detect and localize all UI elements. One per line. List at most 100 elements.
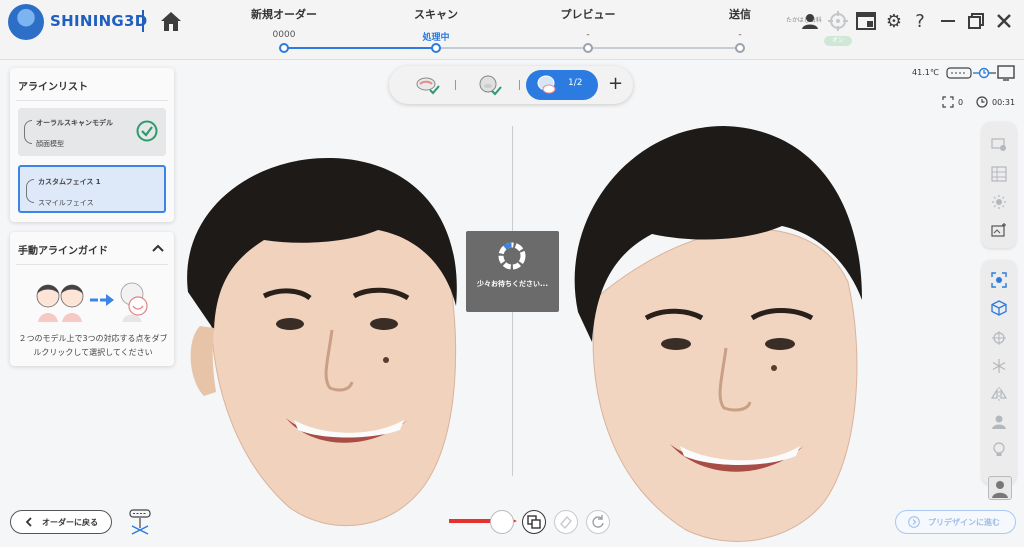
loading-spinner-icon <box>498 242 526 270</box>
next-button-label: プリデザインに進む <box>928 518 1000 527</box>
back-button-label: オーダーに戻る <box>42 518 98 527</box>
align-item-line2: 顔面模型 <box>36 140 64 148</box>
step-dot <box>279 43 289 53</box>
link-curve-icon <box>24 120 32 144</box>
oral-scan-model-icon[interactable] <box>413 73 443 97</box>
custom-face-icon <box>537 75 556 94</box>
avatar[interactable] <box>988 476 1012 500</box>
align-item-line1: オーラルスキャンモデル <box>36 119 113 127</box>
face-model-icon[interactable] <box>475 73 505 97</box>
step-dot <box>431 43 441 53</box>
reset-button[interactable] <box>586 510 610 534</box>
brand-name: SHINING3D <box>50 12 148 30</box>
cube-model-icon[interactable] <box>991 300 1007 316</box>
step-value: - <box>586 30 590 40</box>
model-selector-toolbar: 1/2 + <box>389 66 633 104</box>
align-list-title: アラインリスト <box>18 82 88 93</box>
top-header: SHINING3D 新規オーダー 0000 スキャン 処理中 プレビュー - 送… <box>0 0 1024 60</box>
divider <box>16 100 168 101</box>
guide-instructions: ２つのモデル上で3つの対応する点をダブルクリックして選択してください <box>18 334 168 357</box>
eraser-icon <box>560 515 572 530</box>
manual-align-guide-panel: 手動アラインガイド ２つのモデル上で3つの対応する点をダブルクリックして選択して… <box>10 232 174 366</box>
align-item-custom-face[interactable]: カスタムフェイス 1 スマイルフェイス <box>18 165 166 213</box>
custom-face-model-button[interactable]: 1/2 <box>526 70 598 100</box>
add-model-icon[interactable]: + <box>608 74 623 94</box>
shining3d-logo-icon <box>8 4 44 40</box>
logo-divider <box>142 10 144 32</box>
frame-icon <box>942 96 954 108</box>
separator <box>519 80 520 90</box>
temperature-readout: 41.1℃ <box>912 68 939 77</box>
model-tools-group <box>982 260 1016 484</box>
frame-counter: 0 <box>942 96 963 108</box>
window-settings-icon[interactable] <box>854 9 878 33</box>
align-item-line2: スマイルフェイス <box>38 199 94 207</box>
link-curve-icon <box>26 179 34 203</box>
step-send[interactable]: 送信 - <box>680 6 800 40</box>
step-value: 0000 <box>272 30 296 40</box>
model-page-indicator: 1/2 <box>568 78 583 88</box>
scanner-connection-icon <box>946 65 1015 81</box>
grid-view-icon[interactable] <box>991 166 1007 182</box>
face-scan-icon[interactable] <box>991 272 1007 288</box>
proceed-to-predesign-button[interactable]: プリデザインに進む <box>895 510 1016 534</box>
check-icon <box>136 120 158 142</box>
help-icon[interactable]: ? <box>908 9 932 33</box>
step-preview[interactable]: プレビュー - <box>528 6 648 40</box>
scanner-tool-icon[interactable] <box>127 508 153 536</box>
loading-message: 少々お待ちください... <box>477 280 548 288</box>
frame-count: 0 <box>958 97 964 107</box>
guide-title: 手動アラインガイド <box>18 246 108 257</box>
user-icon[interactable] <box>798 9 822 33</box>
align-copy-button[interactable] <box>522 510 546 534</box>
view-tools-group <box>982 122 1016 248</box>
bulb-icon[interactable] <box>991 442 1007 458</box>
status-badge: オン <box>824 36 852 46</box>
step-value: - <box>738 30 742 40</box>
gear-icon[interactable]: ⚙ <box>882 9 906 33</box>
chevron-left-icon <box>25 517 32 527</box>
mirror-icon[interactable] <box>991 386 1007 402</box>
brightness-icon[interactable] <box>991 194 1007 210</box>
close-icon[interactable] <box>992 9 1016 33</box>
timer-value: 00:31 <box>992 97 1016 107</box>
back-to-order-button[interactable]: オーダーに戻る <box>10 510 112 534</box>
loading-dialog: 少々お待ちください... <box>466 231 559 312</box>
separator <box>455 80 456 90</box>
face-model-left[interactable] <box>172 150 472 535</box>
face-align-illustration-icon <box>36 282 148 322</box>
step-scan[interactable]: スキャン 処理中 <box>376 6 496 43</box>
refresh-icon <box>592 515 604 528</box>
chevron-right-icon <box>908 516 920 528</box>
chevron-up-icon[interactable] <box>152 243 164 253</box>
avatar-person-icon <box>992 481 1008 498</box>
step-label: プレビュー <box>560 8 616 21</box>
add-image-icon[interactable] <box>991 222 1007 238</box>
step-dot <box>583 43 593 53</box>
copy-icon <box>527 515 541 529</box>
texture-view-icon[interactable] <box>991 136 1007 152</box>
align-item-line1: カスタムフェイス 1 <box>38 178 101 186</box>
divider <box>16 264 168 265</box>
align-list-panel: アラインリスト オーラルスキャンモデル 顔面模型 カスタムフェイス 1 スマイル… <box>10 68 174 222</box>
progress-fill <box>283 47 435 49</box>
measure-icon[interactable] <box>991 330 1007 346</box>
home-icon[interactable] <box>158 8 184 34</box>
step-dot <box>735 43 745 53</box>
scan-timer: 00:31 <box>976 96 1015 108</box>
minimize-icon[interactable] <box>936 9 960 33</box>
step-new-order[interactable]: 新規オーダー 0000 <box>224 6 344 40</box>
step-label: 新規オーダー <box>251 8 317 21</box>
crosshair-icon[interactable] <box>826 9 850 33</box>
step-label: スキャン <box>414 8 458 21</box>
person-icon[interactable] <box>991 414 1007 430</box>
clock-icon <box>976 96 988 108</box>
snowflake-icon[interactable] <box>991 358 1007 374</box>
undo-point-button[interactable] <box>490 510 514 534</box>
face-model-right[interactable] <box>556 122 866 542</box>
align-item-oral-scan[interactable]: オーラルスキャンモデル 顔面模型 <box>18 108 166 156</box>
step-value: 処理中 <box>422 33 450 43</box>
erase-button[interactable] <box>554 510 578 534</box>
step-label: 送信 <box>729 8 751 21</box>
restore-icon[interactable] <box>964 9 988 33</box>
